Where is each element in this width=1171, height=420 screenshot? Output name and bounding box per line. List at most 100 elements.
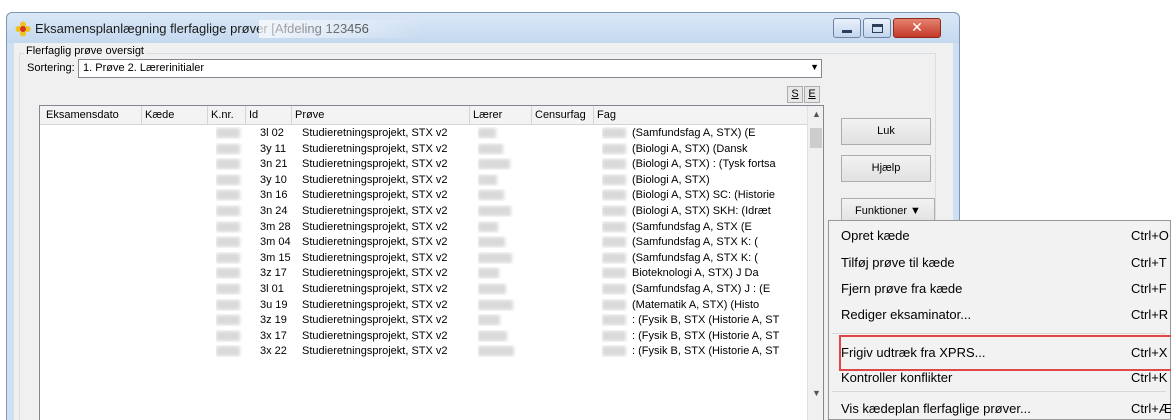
laerer-redacted	[478, 189, 528, 201]
knr-redacted	[216, 236, 246, 248]
table-row[interactable]: 3y 11 Studieretningsprojekt, STX v2 (Biolo…	[40, 142, 808, 158]
hjaelp-button[interactable]: Hjælp	[841, 155, 931, 182]
prove-cell: Studieretningsprojekt, STX v2	[302, 173, 448, 186]
app-flower-icon	[15, 21, 31, 37]
dropdown-arrow-icon[interactable]: ▼	[810, 62, 819, 72]
sort-select[interactable]: 1. Prøve 2. Lærerinitialer ▼	[78, 59, 822, 78]
laerer-redacted	[478, 143, 528, 155]
table-row[interactable]: 3m 28 Studieretningsprojekt, STX v2 (Samfu…	[40, 220, 808, 236]
prove-cell: Studieretningsprojekt, STX v2	[302, 314, 448, 327]
exam-table[interactable]: Eksamensdato Kæde K.nr. Id Prøve Lærer C…	[39, 105, 824, 420]
table-row[interactable]: 3m 15 Studieretningsprojekt, STX v2 (Samfu…	[40, 251, 808, 267]
laerer-redacted	[478, 267, 528, 279]
id-cell: 3m 15	[260, 251, 291, 264]
id-cell: 3x 17	[260, 329, 287, 342]
knr-redacted	[216, 299, 246, 311]
group-label: Flerfaglig prøve oversigt	[24, 45, 146, 57]
col-kaede[interactable]: Kæde	[142, 106, 208, 125]
laerer-redacted	[478, 221, 528, 233]
col-censurfag[interactable]: Censurfag	[532, 106, 594, 125]
table-row[interactable]: 3n 21 Studieretningsprojekt, STX v2 (Biolo…	[40, 157, 808, 173]
e-button[interactable]: E	[804, 86, 820, 103]
fag-cell: (Biologi A, STX) : (Tysk fortsa	[632, 158, 776, 171]
hjaelp-label: Hjælp	[871, 162, 901, 174]
prove-cell: Studieretningsprojekt, STX v2	[302, 127, 448, 139]
laerer-redacted	[478, 314, 528, 326]
laerer-redacted	[478, 299, 528, 311]
scroll-thumb[interactable]	[810, 128, 822, 148]
prove-cell: Studieretningsprojekt, STX v2	[302, 251, 448, 264]
table-row[interactable]: 3z 19 Studieretningsprojekt, STX v2 : (Fys…	[40, 313, 808, 329]
menu-item-vis-kaedeplan[interactable]: Vis kædeplan flerfaglige prøver... Ctrl+…	[829, 398, 1171, 420]
fag-prefix-redacted	[602, 236, 636, 248]
knr-redacted	[216, 345, 246, 357]
id-cell: 3n 16	[260, 189, 288, 202]
knr-redacted	[216, 267, 246, 279]
col-knr[interactable]: K.nr.	[208, 106, 246, 125]
knr-redacted	[216, 174, 246, 186]
menu-item-tilfoej-prove[interactable]: Tilføj prøve til kæde Ctrl+T	[829, 252, 1170, 274]
col-fag[interactable]: Fag	[594, 106, 808, 125]
title-bar[interactable]: Eksamensplanlægning flerfaglige prøver […	[7, 13, 959, 43]
menu-shortcut: Ctrl+T	[1131, 255, 1167, 270]
scroll-up-icon[interactable]: ▲	[812, 109, 821, 119]
col-prove[interactable]: Prøve	[292, 106, 470, 125]
id-cell: 3x 22	[260, 345, 287, 358]
col-eksamensdato[interactable]: Eksamensdato	[40, 106, 142, 125]
fag-cell: (Samfundsfag A, STX K: (	[632, 251, 758, 264]
id-cell: 3u 19	[260, 298, 288, 311]
laerer-redacted	[478, 205, 528, 217]
col-id[interactable]: Id	[246, 106, 292, 125]
main-window: Eksamensplanlægning flerfaglige prøver […	[6, 12, 960, 420]
prove-cell: Studieretningsprojekt, STX v2	[302, 329, 448, 342]
title-redaction	[259, 20, 424, 38]
sort-value: 1. Prøve 2. Lærerinitialer	[83, 62, 205, 74]
fag-prefix-redacted	[602, 143, 636, 155]
menu-item-opret-kaede[interactable]: Opret kæde Ctrl+O	[829, 225, 1170, 247]
table-row[interactable]: 3l 01 Studieretningsprojekt, STX v2 (Samfu…	[40, 282, 808, 298]
table-row[interactable]: 3x 17 Studieretningsprojekt, STX v2: (Fys…	[40, 329, 808, 345]
fag-cell: : (Fysik B, STX (Historie A, ST	[632, 314, 780, 327]
knr-redacted	[216, 221, 246, 233]
laerer-redacted	[478, 345, 528, 357]
menu-separator	[832, 333, 1166, 334]
menu-shortcut: Ctrl+Æ	[1131, 401, 1171, 416]
table-header: Eksamensdato Kæde K.nr. Id Prøve Lærer C…	[40, 106, 823, 125]
maximize-icon	[871, 23, 883, 33]
fag-prefix-redacted	[602, 174, 636, 186]
scroll-down-icon[interactable]: ▼	[812, 388, 821, 398]
prove-cell: Studieretningsprojekt, STX v2	[302, 298, 448, 311]
close-button[interactable]: ✕	[893, 18, 941, 38]
table-row[interactable]: 3x 22 Studieretningsprojekt, STX v2: (Fys…	[40, 344, 808, 360]
laerer-redacted	[478, 283, 528, 295]
menu-shortcut: Ctrl+R	[1131, 307, 1169, 322]
table-row[interactable]: 3u 19 Studieretningsprojekt, STX v2 (Matem…	[40, 298, 808, 314]
id-cell: 3y 11	[260, 142, 287, 155]
laerer-redacted	[478, 236, 528, 248]
table-row[interactable]: 3y 10 Studieretningsprojekt, STX v2 (Biolo…	[40, 173, 808, 189]
fag-prefix-redacted	[602, 221, 636, 233]
vertical-scrollbar[interactable]: ▲ ▼	[807, 106, 823, 420]
menu-item-rediger-eksaminator[interactable]: Rediger eksaminator... Ctrl+R	[829, 304, 1170, 326]
fag-cell: (Samfundsfag A, STX) J : (E	[632, 282, 771, 295]
laerer-redacted	[478, 252, 528, 264]
sort-label: Sortering:	[27, 62, 75, 74]
id-cell: 3z 19	[260, 314, 287, 327]
table-row[interactable]: 3n 16 Studieretningsprojekt, STX v2 (Biolo…	[40, 188, 808, 204]
minimize-button[interactable]	[833, 18, 861, 38]
table-row[interactable]: 3l 02 Studieretningsprojekt, STX v2 (Samfu…	[40, 126, 808, 142]
s-button[interactable]: S	[787, 86, 803, 103]
maximize-button[interactable]	[863, 18, 891, 38]
fag-cell: (Biologi A, STX) (Dansk	[632, 142, 748, 155]
menu-label: Fjern prøve fra kæde	[841, 281, 963, 296]
laerer-redacted	[478, 127, 528, 139]
menu-separator	[832, 391, 1166, 392]
fag-cell: (Samfundsfag A, STX) (E	[632, 127, 756, 139]
table-row[interactable]: 3m 04 Studieretningsprojekt, STX v2 (Samfu…	[40, 235, 808, 251]
luk-button[interactable]: Luk	[841, 118, 931, 145]
table-row[interactable]: 3n 24 Studieretningsprojekt, STX v2 (Biolo…	[40, 204, 808, 220]
table-row[interactable]: 3z 17 Studieretningsprojekt, STX v2 Biotek…	[40, 266, 808, 282]
menu-item-fjern-prove[interactable]: Fjern prøve fra kæde Ctrl+F	[829, 278, 1170, 300]
col-laerer[interactable]: Lærer	[470, 106, 532, 125]
fag-prefix-redacted	[602, 267, 636, 279]
